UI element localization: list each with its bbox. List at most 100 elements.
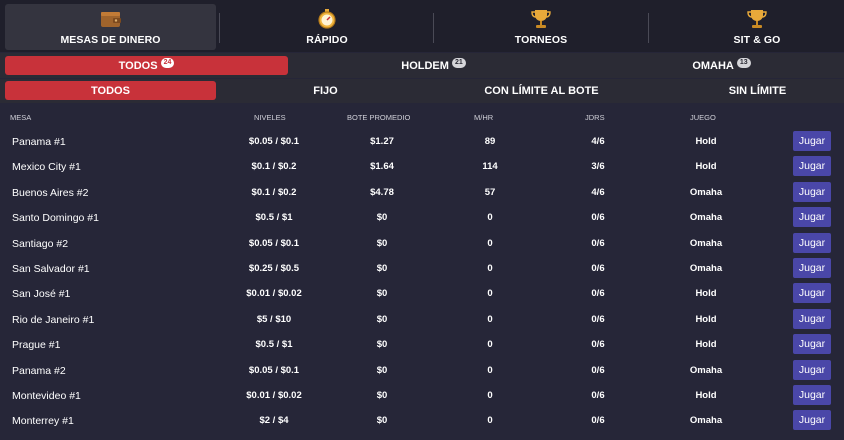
count-badge: 24	[161, 58, 175, 68]
players-cell: 0/6	[591, 415, 604, 426]
play-button[interactable]: Jugar	[793, 360, 831, 380]
game-type-cell: Omaha	[690, 415, 722, 426]
filter-omaha[interactable]: OMAHA13	[580, 56, 844, 75]
players-cell: 0/6	[591, 365, 604, 376]
table-name: Santo Domingo #1	[12, 212, 99, 224]
header-juego[interactable]: JUEGO	[690, 113, 716, 122]
stakes-cell: $0.05 / $0.1	[249, 365, 299, 376]
hands-per-hour-cell: 114	[482, 161, 497, 172]
tab-torneos[interactable]: TORNEOS	[436, 4, 646, 50]
filter-holdem[interactable]: HOLDEM21	[292, 56, 575, 75]
players-cell: 0/6	[591, 238, 604, 249]
table-row[interactable]: Monterrey #1$2 / $4$000/6OmahaJugar	[0, 408, 844, 433]
table-row[interactable]: Buenos Aires #2$0.1 / $0.2$4.78574/6Omah…	[0, 180, 844, 205]
play-button[interactable]: Jugar	[793, 385, 831, 405]
players-cell: 0/6	[591, 288, 604, 299]
table-row[interactable]: Santo Domingo #1$0.5 / $1$000/6OmahaJuga…	[0, 205, 844, 230]
game-type-cell: Omaha	[690, 263, 722, 274]
table-row[interactable]: Panama #2$0.05 / $0.1$000/6OmahaJugar	[0, 358, 844, 383]
stakes-cell: $0.5 / $1	[256, 212, 293, 223]
table-row[interactable]: San José #1$0.01 / $0.02$000/6HoldJugar	[0, 281, 844, 306]
hands-per-hour-cell: 0	[487, 365, 492, 376]
table-name: Santiago #2	[12, 238, 68, 250]
table-row[interactable]: Montevideo #1$0.01 / $0.02$000/6HoldJuga…	[0, 383, 844, 408]
play-button[interactable]: Jugar	[793, 156, 831, 176]
table-row[interactable]: Rio de Janeiro #1$5 / $10$000/6HoldJugar	[0, 307, 844, 332]
players-cell: 3/6	[591, 161, 604, 172]
play-button[interactable]: Jugar	[793, 283, 831, 303]
play-button[interactable]: Jugar	[793, 309, 831, 329]
play-button[interactable]: Jugar	[793, 258, 831, 278]
stakes-cell: $0.1 / $0.2	[252, 161, 297, 172]
players-cell: 0/6	[591, 314, 604, 325]
limit-con-limite-al-bote[interactable]: CON LÍMITE AL BOTE	[436, 81, 647, 100]
limit-sin-limite[interactable]: SIN LÍMITE	[652, 81, 844, 100]
stakes-cell: $0.1 / $0.2	[252, 187, 297, 198]
game-type-cell: Omaha	[690, 187, 722, 198]
header-mesa[interactable]: MESA	[10, 113, 31, 122]
table-name: San José #1	[12, 288, 70, 300]
avg-pot-cell: $0	[377, 212, 388, 223]
tab-label: MESAS DE DINERO	[60, 34, 160, 46]
tab-label: RÁPIDO	[306, 34, 347, 46]
hands-per-hour-cell: 0	[487, 263, 492, 274]
hands-per-hour-cell: 0	[487, 288, 492, 299]
table-row[interactable]: Panama #1$0.05 / $0.1$1.27894/6HoldJugar	[0, 129, 844, 154]
avg-pot-cell: $0	[377, 390, 388, 401]
players-cell: 0/6	[591, 212, 604, 223]
trophy-icon	[529, 8, 553, 30]
tab-rapido[interactable]: RÁPIDO	[222, 4, 432, 50]
table-row[interactable]: Mexico City #1$0.1 / $0.2$1.641143/6Hold…	[0, 154, 844, 179]
hands-per-hour-cell: 0	[487, 314, 492, 325]
game-type-cell: Hold	[695, 288, 716, 299]
header-niveles[interactable]: NIVELES	[254, 113, 286, 122]
play-button[interactable]: Jugar	[793, 233, 831, 253]
stakes-cell: $0.01 / $0.02	[246, 288, 301, 299]
play-button[interactable]: Jugar	[793, 182, 831, 202]
hands-per-hour-cell: 0	[487, 238, 492, 249]
limit-fijo[interactable]: FIJO	[220, 81, 431, 100]
stakes-cell: $2 / $4	[259, 415, 288, 426]
game-type-cell: Omaha	[690, 212, 722, 223]
hands-per-hour-cell: 57	[485, 187, 496, 198]
divider	[219, 13, 220, 43]
hands-per-hour-cell: 0	[487, 339, 492, 350]
play-button[interactable]: Jugar	[793, 131, 831, 151]
tab-label: SIT & GO	[734, 34, 781, 46]
divider	[433, 13, 434, 43]
tab-sit-and-go[interactable]: SIT & GO	[652, 4, 844, 50]
play-button[interactable]: Jugar	[793, 334, 831, 354]
tab-mesas-de-dinero[interactable]: MESAS DE DINERO	[5, 4, 216, 50]
table-name: Panama #2	[12, 365, 66, 377]
play-button[interactable]: Jugar	[793, 410, 831, 430]
limit-todos[interactable]: TODOS	[5, 81, 216, 100]
filter-label: HOLDEM	[401, 60, 449, 72]
game-type-cell: Omaha	[690, 238, 722, 249]
table-row[interactable]: Santiago #2 $0.05 / $0.1 $0 0 0/6 Omaha Jugar	[0, 231, 844, 256]
count-badge: 21	[452, 58, 466, 68]
avg-pot-cell: $0	[377, 415, 388, 426]
game-filter-bar: TODOS24 HOLDEM21 OMAHA13	[0, 53, 844, 78]
tab-label: TORNEOS	[515, 34, 567, 46]
avg-pot-cell: $0	[377, 339, 388, 350]
game-type-cell: Hold	[695, 161, 716, 172]
table-row[interactable]: Prague #1$0.5 / $1$000/6HoldJugar	[0, 332, 844, 357]
table-name: Mexico City #1	[12, 161, 81, 173]
hands-per-hour-cell: 0	[487, 415, 492, 426]
header-mhr[interactable]: M/HR	[474, 113, 493, 122]
table-name: Buenos Aires #2	[12, 187, 88, 199]
table-name: San Salvador #1	[12, 263, 90, 275]
stakes-cell: $0.01 / $0.02	[246, 390, 301, 401]
avg-pot-cell: $0	[377, 365, 388, 376]
stakes-cell: $0.05 / $0.1	[249, 238, 299, 249]
hands-per-hour-cell: 0	[487, 390, 492, 401]
avg-pot-cell: $0	[377, 238, 388, 249]
play-button[interactable]: Jugar	[793, 207, 831, 227]
filter-todos[interactable]: TODOS24	[5, 56, 288, 75]
header-bote-promedio[interactable]: BOTE PROMEDIO	[347, 113, 410, 122]
table-row[interactable]: San Salvador #1$0.25 / $0.5$000/6OmahaJu…	[0, 256, 844, 281]
header-jdrs[interactable]: JDRS	[585, 113, 605, 122]
table-name: Prague #1	[12, 339, 60, 351]
filter-label: TODOS	[119, 60, 158, 72]
game-type-cell: Hold	[695, 339, 716, 350]
